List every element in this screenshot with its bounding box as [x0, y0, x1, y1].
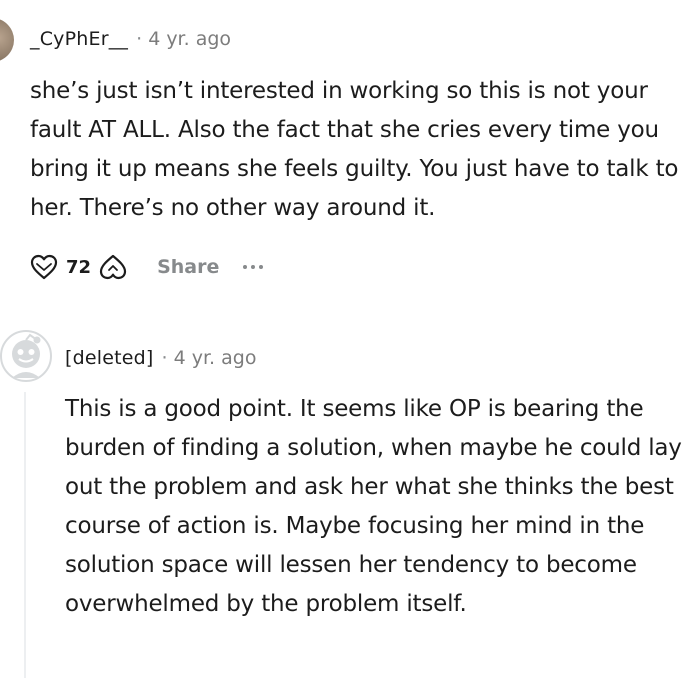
- default-avatar-icon: [0, 330, 52, 382]
- more-options-icon: [243, 265, 248, 269]
- upvote-icon: [30, 254, 58, 280]
- thread-collapse-line[interactable]: [24, 392, 26, 678]
- comment-body: This is a good point. It seems like OP i…: [65, 396, 682, 617]
- share-button[interactable]: Share: [157, 256, 219, 278]
- timestamp[interactable]: 4 yr. ago: [174, 347, 257, 369]
- avatar[interactable]: [0, 330, 52, 382]
- avatar[interactable]: [0, 18, 14, 62]
- downvote-button[interactable]: [97, 251, 129, 283]
- upvote-button[interactable]: [28, 251, 60, 283]
- timestamp[interactable]: 4 yr. ago: [148, 28, 231, 50]
- comment-body: she’s just isn’t interested in working s…: [30, 78, 679, 221]
- username-link[interactable]: _CyPhEr__: [30, 28, 128, 50]
- comment-meta: [deleted] · 4 yr. ago: [65, 345, 256, 371]
- vote-count: 72: [66, 256, 92, 278]
- meta-separator: ·: [161, 347, 168, 369]
- comment-actions: 72 Share: [28, 250, 264, 284]
- username-link[interactable]: [deleted]: [65, 347, 154, 369]
- comment-meta: _CyPhEr__ · 4 yr. ago: [30, 26, 231, 52]
- meta-separator: ·: [136, 28, 143, 50]
- downvote-icon: [99, 254, 127, 280]
- more-options-icon: [259, 265, 264, 269]
- comment-thread: _CyPhEr__ · 4 yr. ago she’s just isn’t int…: [0, 0, 700, 678]
- more-options-icon: [251, 265, 256, 269]
- more-options-button[interactable]: [243, 265, 264, 269]
